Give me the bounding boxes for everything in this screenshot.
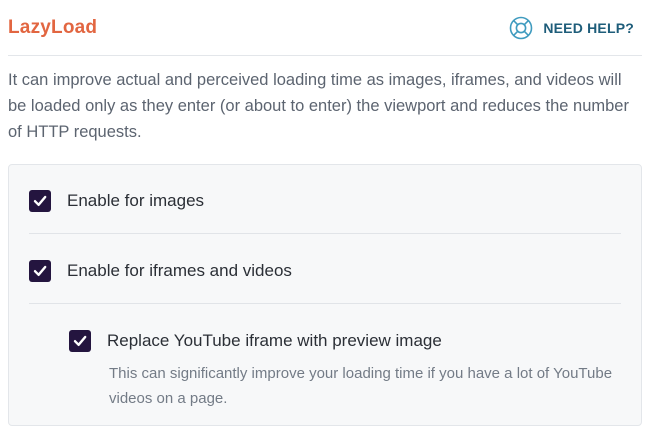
option-enable-images[interactable]: Enable for images	[29, 190, 204, 212]
need-help-link[interactable]: NEED HELP?	[509, 15, 634, 41]
images-checkbox[interactable]	[29, 190, 51, 212]
section-description: It can improve actual and perceived load…	[8, 71, 629, 141]
checkmark-icon	[33, 195, 47, 206]
images-label[interactable]: Enable for images	[67, 191, 204, 211]
divider	[29, 233, 621, 234]
section-header: LazyLoad NEED HELP?	[8, 0, 642, 56]
lifebuoy-icon	[509, 16, 533, 40]
options-panel: Enable for images Enable for iframes and…	[8, 164, 642, 426]
checkmark-icon	[73, 335, 87, 346]
section-title: LazyLoad	[8, 17, 98, 38]
youtube-help-text: This can significantly improve your load…	[109, 365, 613, 407]
option-replace-youtube[interactable]: Replace YouTube iframe with preview imag…	[69, 330, 442, 352]
option-enable-iframes-videos[interactable]: Enable for iframes and videos	[29, 260, 292, 282]
need-help-label[interactable]: NEED HELP?	[543, 20, 634, 36]
youtube-label[interactable]: Replace YouTube iframe with preview imag…	[107, 331, 442, 351]
iframes-label[interactable]: Enable for iframes and videos	[67, 261, 292, 281]
iframes-checkbox[interactable]	[29, 260, 51, 282]
checkmark-icon	[33, 265, 47, 276]
divider	[29, 303, 621, 304]
youtube-checkbox[interactable]	[69, 330, 91, 352]
